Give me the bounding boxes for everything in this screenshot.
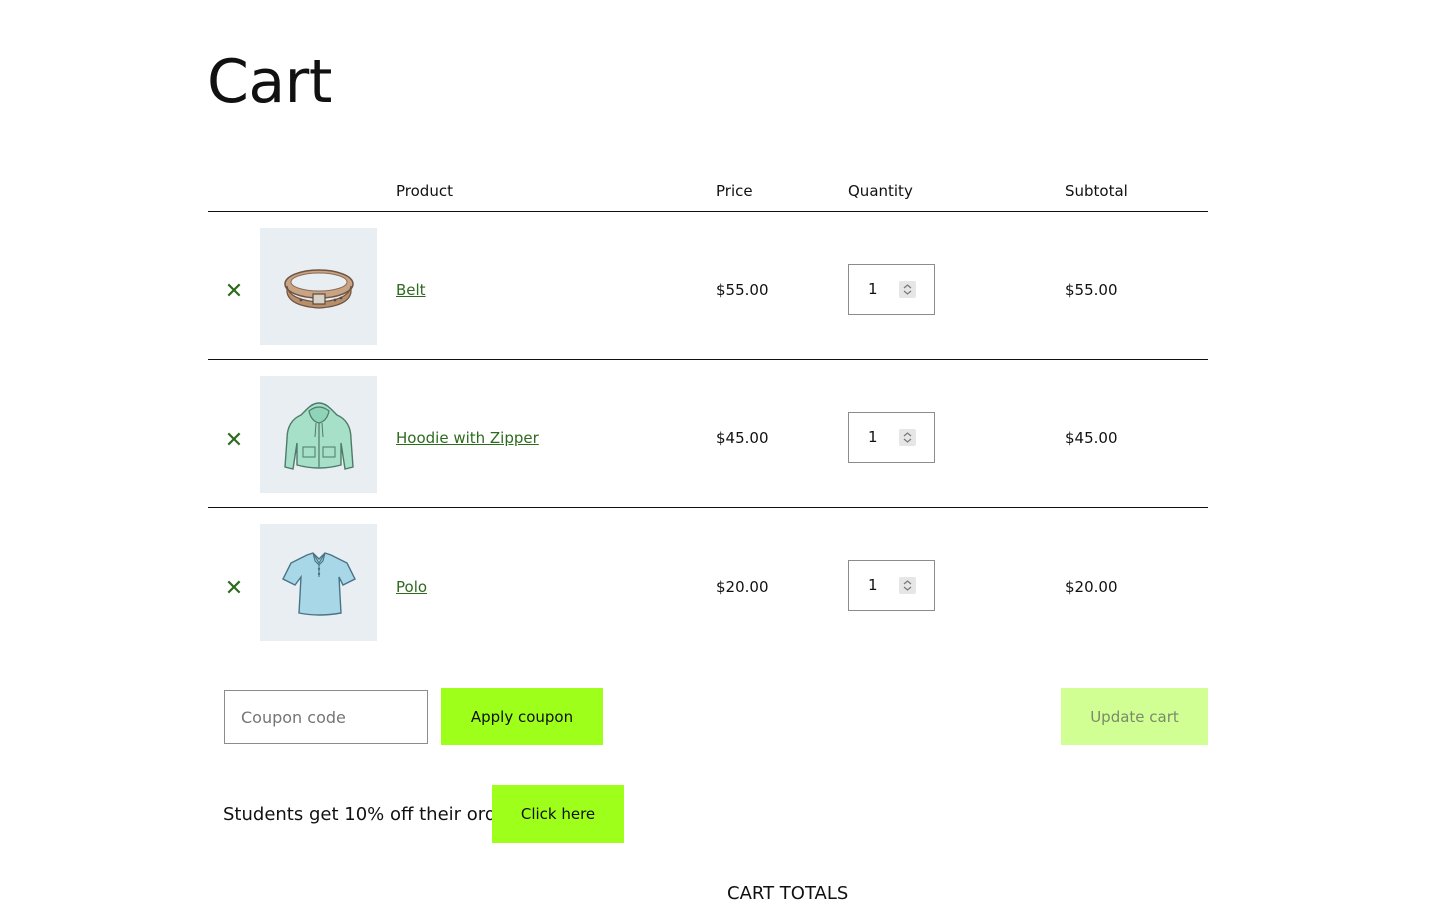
quantity-stepper[interactable]: 1	[848, 412, 935, 463]
price: $45.00	[716, 429, 769, 447]
page-title: Cart	[207, 47, 332, 117]
update-cart-button[interactable]: Update cart	[1061, 688, 1208, 745]
price: $20.00	[716, 578, 769, 596]
product-link-polo[interactable]: Polo	[396, 577, 427, 597]
header-product: Product	[396, 182, 453, 200]
promo-text: Students get 10% off their order	[223, 804, 515, 825]
spinner-icon[interactable]	[899, 429, 916, 446]
table-row: ✕ Hoodie with Zipper $45.00 1 $45.00	[0, 360, 1452, 508]
close-icon[interactable]: ✕	[224, 430, 244, 452]
header-subtotal: Subtotal	[1065, 182, 1128, 200]
subtotal: $55.00	[1065, 281, 1118, 299]
product-link-hoodie-with-zipper[interactable]: Hoodie with Zipper	[396, 428, 539, 448]
close-icon[interactable]: ✕	[224, 281, 244, 303]
quantity-value: 1	[868, 576, 878, 594]
spinner-icon[interactable]	[899, 281, 916, 298]
header-quantity: Quantity	[848, 182, 913, 200]
table-row: ✕ Belt $55.00 1 $55.00	[0, 212, 1452, 360]
price: $55.00	[716, 281, 769, 299]
quantity-stepper[interactable]: 1	[848, 264, 935, 315]
hoodie-image[interactable]	[260, 376, 377, 493]
spinner-icon[interactable]	[899, 577, 916, 594]
subtotal: $20.00	[1065, 578, 1118, 596]
subtotal: $45.00	[1065, 429, 1118, 447]
header-price: Price	[716, 182, 753, 200]
belt-image[interactable]	[260, 228, 377, 345]
close-icon[interactable]: ✕	[224, 578, 244, 600]
quantity-stepper[interactable]: 1	[848, 560, 935, 611]
quantity-value: 1	[868, 428, 878, 446]
click-here-button[interactable]: Click here	[492, 785, 624, 843]
product-link-belt[interactable]: Belt	[396, 280, 426, 300]
quantity-value: 1	[868, 280, 878, 298]
polo-image[interactable]	[260, 524, 377, 641]
table-row: ✕ Polo $20.00 1 $20.00	[0, 508, 1452, 656]
cart-totals-heading: CART TOTALS	[727, 883, 849, 904]
coupon-code-input[interactable]	[224, 690, 428, 744]
apply-coupon-button[interactable]: Apply coupon	[441, 688, 603, 745]
